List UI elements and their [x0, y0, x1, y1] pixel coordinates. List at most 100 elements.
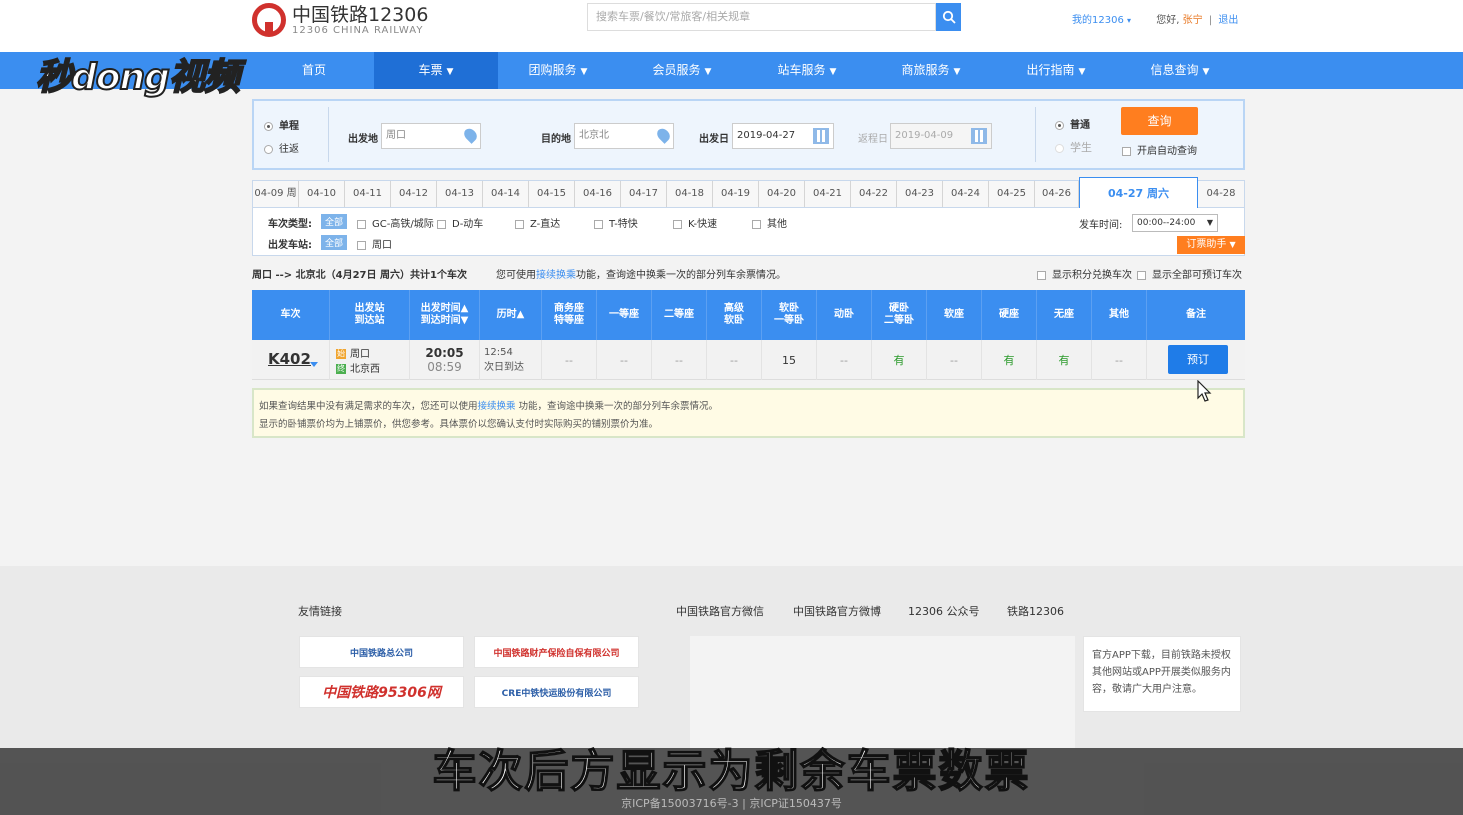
- query-button[interactable]: 查询: [1121, 107, 1198, 135]
- train-number-link[interactable]: K402: [268, 350, 311, 368]
- seat-business: --: [542, 340, 597, 380]
- transfer-link[interactable]: 接续换乘: [478, 401, 516, 412]
- divider: |: [1208, 15, 1213, 26]
- date-tab[interactable]: 04-16: [575, 181, 621, 207]
- partner-railway-insurance[interactable]: 中国铁路财产保险自保有限公司: [474, 636, 639, 668]
- social-wechat[interactable]: 中国铁路官方微信: [676, 603, 764, 619]
- type-d-checkbox[interactable]: D-动车: [437, 215, 483, 230]
- type-gc-checkbox[interactable]: GC-高铁/城际: [357, 215, 434, 230]
- arrive-station[interactable]: 终北京西: [336, 360, 380, 375]
- ticket-student-radio[interactable]: 学生: [1055, 139, 1092, 155]
- station-all[interactable]: 全部: [321, 235, 348, 250]
- auto-query-checkbox[interactable]: 开启自动查询: [1122, 142, 1197, 157]
- date-tab[interactable]: 04-13: [437, 181, 483, 207]
- train-type-label: 车次类型:: [268, 219, 312, 230]
- date-tab[interactable]: 04-10: [299, 181, 345, 207]
- all-bookable-checkbox[interactable]: 显示全部可预订车次: [1137, 266, 1242, 281]
- route-summary: 周口 --> 北京北（4月27日 周六）共计1个车次: [252, 270, 467, 281]
- result-summary: 周口 --> 北京北（4月27日 周六）共计1个车次 您可使用接续换乘功能，查询…: [252, 266, 1245, 282]
- type-other-checkbox[interactable]: 其他: [752, 215, 787, 230]
- date-tab[interactable]: 04-17: [621, 181, 667, 207]
- results-table-header: 车次 出发站 到达站 出发时间▲ 到达时间▼ 历时▲ 商务座 特等座 一等座 二…: [252, 290, 1245, 340]
- date-tab[interactable]: 04-28: [1198, 181, 1244, 207]
- nav-guide[interactable]: 出行指南 ▼: [994, 52, 1118, 89]
- points-checkbox[interactable]: 显示积分兑换车次: [1037, 266, 1132, 281]
- train-type-all[interactable]: 全部: [321, 214, 348, 229]
- date-tab[interactable]: 04-23: [897, 181, 943, 207]
- nav-business[interactable]: 商旅服务 ▼: [869, 52, 993, 89]
- col-train[interactable]: 车次: [252, 290, 330, 340]
- return-date-field[interactable]: 2019-04-09: [890, 123, 992, 149]
- site-logo[interactable]: 中国铁路12306 12306 CHINA RAILWAY: [252, 0, 428, 40]
- booking-helper-button[interactable]: 订票助手 ▼: [1177, 236, 1245, 254]
- social-official-account[interactable]: 12306 公众号: [908, 603, 980, 619]
- date-tab[interactable]: 04-20: [759, 181, 805, 207]
- seat-no-seat[interactable]: 有: [1037, 340, 1092, 380]
- logout-link[interactable]: 退出: [1218, 15, 1238, 26]
- nav-member[interactable]: 会员服务 ▼: [620, 52, 744, 89]
- partner-95306[interactable]: 中国铁路95306网: [299, 676, 464, 708]
- username[interactable]: 张宁: [1183, 15, 1203, 26]
- from-field[interactable]: 周口: [381, 123, 481, 149]
- nav-station[interactable]: 站车服务 ▼: [745, 52, 869, 89]
- col-first: 一等座: [597, 290, 652, 340]
- date-tab[interactable]: 04-24: [943, 181, 989, 207]
- chevron-down-icon[interactable]: [310, 362, 318, 367]
- type-k-checkbox[interactable]: K-快速: [673, 215, 717, 230]
- transfer-hint: 您可使用接续换乘功能，查询途中换乘一次的部分列车余票情况。: [496, 270, 786, 281]
- search-button[interactable]: [936, 3, 961, 31]
- date-tab-selected[interactable]: 04-27 周六: [1079, 177, 1198, 208]
- date-tab[interactable]: 04-26: [1035, 181, 1079, 207]
- col-second: 二等座: [652, 290, 707, 340]
- date-tab[interactable]: 04-22: [851, 181, 897, 207]
- video-subtitle: 车次后方显示为剩余车票数票: [432, 745, 1031, 798]
- col-duration[interactable]: 历时▲: [480, 290, 542, 340]
- site-search-input[interactable]: 搜索车票/餐饮/常旅客/相关规章: [587, 3, 936, 31]
- nav-home[interactable]: 首页: [252, 52, 376, 89]
- site-header: 中国铁路12306 12306 CHINA RAILWAY 搜索车票/餐饮/常旅…: [0, 0, 1463, 52]
- seat-soft-sleeper[interactable]: 15: [762, 340, 817, 380]
- col-times[interactable]: 出发时间▲ 到达时间▼: [410, 290, 480, 340]
- end-station-icon: 终: [336, 364, 346, 374]
- col-business: 商务座 特等座: [542, 290, 597, 340]
- nav-group[interactable]: 团购服务 ▼: [496, 52, 620, 89]
- seat-hard-seat[interactable]: 有: [982, 340, 1037, 380]
- date-tab[interactable]: 04-11: [345, 181, 391, 207]
- seat-first: --: [597, 340, 652, 380]
- social-weibo[interactable]: 中国铁路官方微博: [793, 603, 881, 619]
- book-button[interactable]: 预订: [1168, 345, 1228, 374]
- nav-tickets[interactable]: 车票 ▼: [374, 52, 498, 89]
- query-panel: 单程 往返 出发地 周口 目的地 北京北 出发日 2019-04-27 返程日 …: [252, 99, 1245, 170]
- partner-cre-express[interactable]: CRE中铁快运股份有限公司: [474, 676, 639, 708]
- date-tab[interactable]: 04-14: [483, 181, 529, 207]
- transfer-link[interactable]: 接续换乘: [536, 270, 576, 281]
- partner-china-railway[interactable]: 中国铁路总公司: [299, 636, 464, 668]
- chevron-down-icon: ▼: [704, 67, 712, 77]
- social-app[interactable]: 铁路12306: [1007, 603, 1064, 619]
- to-field[interactable]: 北京北: [574, 123, 674, 149]
- oneway-radio[interactable]: 单程: [264, 117, 299, 132]
- date-tab[interactable]: 04-09 周: [253, 181, 299, 207]
- depart-time-select[interactable]: 00:00--24:00 ▼: [1132, 214, 1218, 232]
- type-t-checkbox[interactable]: T-特快: [594, 215, 638, 230]
- type-z-checkbox[interactable]: Z-直达: [515, 215, 560, 230]
- location-pin-icon: [654, 126, 673, 144]
- app-download-note: 官方APP下载，目前铁路未授权其他网站或APP开展类似服务内容，敬请广大用户注意…: [1083, 636, 1241, 712]
- depart-station[interactable]: 始周口: [336, 345, 370, 360]
- date-tab[interactable]: 04-15: [529, 181, 575, 207]
- roundtrip-radio[interactable]: 往返: [264, 140, 299, 155]
- date-tab[interactable]: 04-25: [989, 181, 1035, 207]
- date-tab[interactable]: 04-12: [391, 181, 437, 207]
- nav-info[interactable]: 信息查询 ▼: [1118, 52, 1242, 89]
- date-tab[interactable]: 04-18: [667, 181, 713, 207]
- ticket-normal-radio[interactable]: 普通: [1055, 116, 1090, 131]
- my12306-link[interactable]: 我的12306: [1072, 15, 1124, 26]
- seat-hard-sleeper[interactable]: 有: [872, 340, 927, 380]
- station-zhoukou-checkbox[interactable]: 周口: [357, 236, 392, 251]
- filter-panel: 车次类型: 全部 GC-高铁/城际 D-动车 Z-直达 T-特快 K-快速 其他…: [252, 208, 1245, 256]
- notice-box: 如果查询结果中没有满足需求的车次，您还可以使用接续换乘 功能，查询途中换乘一次的…: [252, 388, 1245, 438]
- depart-date-field[interactable]: 2019-04-27: [732, 123, 834, 149]
- date-tab[interactable]: 04-21: [805, 181, 851, 207]
- date-tab[interactable]: 04-19: [713, 181, 759, 207]
- chevron-down-icon: ▼: [953, 67, 961, 77]
